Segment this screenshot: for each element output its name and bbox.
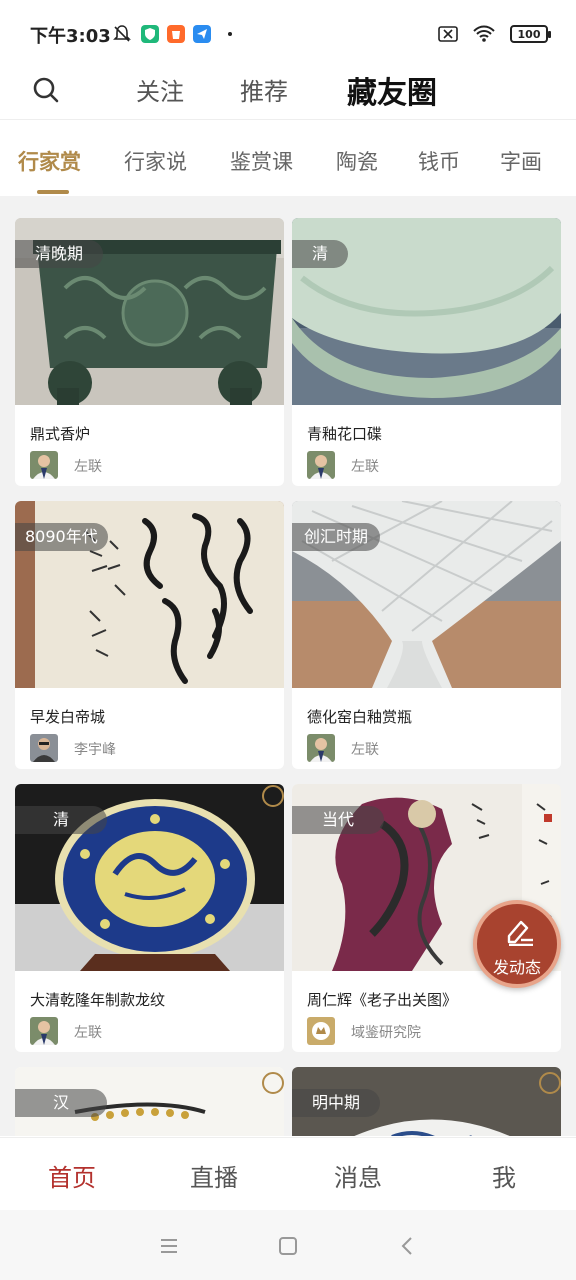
- home-square-icon[interactable]: [276, 1234, 300, 1258]
- author-avatar[interactable]: [307, 1017, 335, 1045]
- bottom-nav: 首页 直播 消息 我: [0, 1137, 576, 1210]
- fab-label: 发动态: [492, 958, 541, 977]
- author-avatar[interactable]: [30, 734, 58, 762]
- feed-card[interactable]: 汉: [15, 1067, 284, 1136]
- era-tag: 清: [292, 240, 349, 268]
- battery-indicator: 100: [510, 25, 551, 43]
- nav-me[interactable]: 我: [492, 1158, 516, 1193]
- author-avatar[interactable]: [307, 451, 335, 479]
- author-avatar[interactable]: [30, 451, 58, 479]
- feed-card[interactable]: 清 大清乾隆年制款龙纹 左联: [15, 784, 284, 1052]
- era-tag: 明中期: [292, 1089, 381, 1117]
- era-tag: 清晚期: [15, 240, 104, 268]
- feed-card[interactable]: 8090年代 早发白帝城 李宇峰: [15, 501, 284, 769]
- status-time: 下午3:03: [30, 26, 111, 47]
- category-tab-expert-appreciation[interactable]: 行家赏: [18, 146, 81, 176]
- edit-icon: [507, 920, 533, 946]
- header: 关注 推荐 藏友圈: [0, 70, 576, 120]
- send-app-icon: [193, 25, 211, 43]
- feed-grid: 清晚期 鼎式香炉 左联 清 青釉花口碟 左联 8090年代 早发白帝城 李宇峰 …: [0, 196, 576, 1136]
- card-title: 德化窑白釉赏瓶: [307, 708, 413, 726]
- status-right: 100: [438, 24, 551, 44]
- category-tab-coins[interactable]: 钱币: [418, 146, 460, 176]
- feed-card[interactable]: 清晚期 鼎式香炉 左联: [15, 218, 284, 486]
- category-active-indicator: [37, 190, 69, 194]
- tab-collector-circle[interactable]: 藏友圈: [347, 68, 437, 112]
- author-name[interactable]: 左联: [74, 1022, 102, 1042]
- author-name[interactable]: 域鉴研究院: [351, 1022, 421, 1042]
- dot-icon: [228, 32, 232, 36]
- nav-live[interactable]: 直播: [190, 1158, 238, 1193]
- tab-follow[interactable]: 关注: [136, 72, 184, 107]
- era-tag: 汉: [15, 1089, 108, 1117]
- author-name[interactable]: 李宇峰: [74, 739, 116, 759]
- author-name[interactable]: 左联: [74, 456, 102, 476]
- category-tab-expert-talk[interactable]: 行家说: [124, 146, 187, 176]
- feed-card[interactable]: 清 青釉花口碟 左联: [292, 218, 561, 486]
- era-tag: 8090年代: [15, 523, 108, 551]
- feed-card[interactable]: 创汇时期 德化窑白釉赏瓶 左联: [292, 501, 561, 769]
- post-status-button[interactable]: 发动态: [473, 900, 561, 988]
- category-tab-ceramics[interactable]: 陶瓷: [336, 146, 378, 176]
- menu-icon[interactable]: [157, 1234, 181, 1258]
- card-title: 鼎式香炉: [30, 425, 91, 443]
- search-icon[interactable]: [30, 74, 64, 108]
- card-title: 早发白帝城: [30, 708, 106, 726]
- system-nav-bar: [0, 1210, 576, 1280]
- card-title: 大清乾隆年制款龙纹: [30, 991, 166, 1009]
- card-title: 周仁辉《老子出关图》: [307, 991, 458, 1009]
- nav-messages[interactable]: 消息: [334, 1158, 382, 1193]
- era-tag: 创汇时期: [292, 523, 381, 551]
- back-icon[interactable]: [396, 1234, 420, 1258]
- author-avatar[interactable]: [307, 734, 335, 762]
- shopping-app-icon: [167, 25, 185, 43]
- status-bar: 下午3:03 100: [0, 0, 576, 70]
- category-tab-appraisal-course[interactable]: 鉴赏课: [230, 146, 293, 176]
- shield-app-icon: [141, 25, 159, 43]
- no-sim-icon: [438, 26, 458, 42]
- category-tab-bar: 行家赏 行家说 鉴赏课 陶瓷 钱币 字画: [0, 120, 576, 196]
- nav-home[interactable]: 首页: [48, 1158, 96, 1193]
- muted-bell-icon: [113, 25, 131, 42]
- author-name[interactable]: 左联: [351, 456, 379, 476]
- era-tag: 清: [15, 806, 108, 834]
- author-avatar[interactable]: [30, 1017, 58, 1045]
- card-title: 青釉花口碟: [307, 425, 383, 443]
- category-tab-calligraphy-painting[interactable]: 字画: [500, 146, 542, 176]
- wifi-icon: [473, 25, 495, 42]
- tab-recommend[interactable]: 推荐: [240, 72, 288, 107]
- author-name[interactable]: 左联: [351, 739, 379, 759]
- feed-card[interactable]: 明中期: [292, 1067, 561, 1136]
- era-tag: 当代: [292, 806, 385, 834]
